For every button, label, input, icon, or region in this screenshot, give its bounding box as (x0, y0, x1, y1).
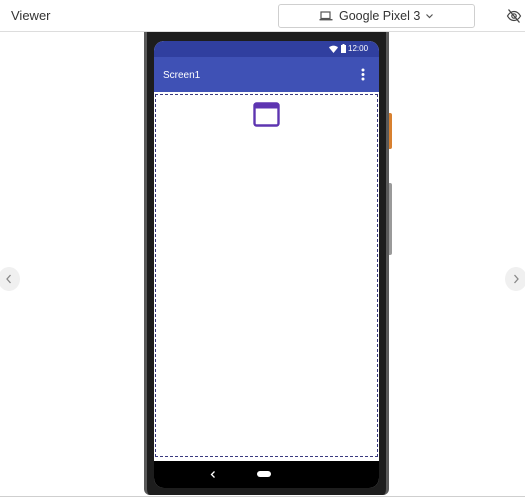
home-icon[interactable] (257, 471, 271, 477)
previous-arrow-button[interactable] (0, 267, 20, 291)
wifi-icon (329, 45, 338, 53)
device-icon (319, 11, 333, 21)
system-nav-bar (154, 461, 379, 488)
status-bar: 12:00 (154, 41, 379, 57)
viewer-header: Viewer Google Pixel 3 (0, 0, 525, 32)
back-icon[interactable] (210, 470, 216, 479)
screen-canvas[interactable] (155, 94, 378, 457)
viewer-panel: Viewer Google Pixel 3 12:00 Screen1 (0, 0, 525, 500)
status-time: 12:00 (348, 44, 369, 53)
phone-screen: 12:00 Screen1 (154, 41, 379, 488)
screen-title: Screen1 (163, 70, 201, 81)
chevron-left-icon (6, 274, 11, 284)
next-arrow-button[interactable] (505, 267, 525, 291)
window-component-icon[interactable] (253, 102, 280, 127)
eye-slash-icon[interactable] (506, 8, 522, 24)
phone-power-button (389, 113, 392, 149)
chevron-right-icon (514, 274, 519, 284)
overflow-menu-icon[interactable] (361, 68, 365, 81)
viewer-title: Viewer (11, 8, 51, 23)
device-select[interactable]: Google Pixel 3 (278, 4, 475, 28)
device-select-value: Google Pixel 3 (339, 9, 421, 23)
divider (0, 496, 525, 497)
chevron-down-icon (426, 14, 433, 19)
app-bar: Screen1 (154, 57, 379, 92)
battery-icon (341, 44, 346, 53)
phone-volume-button (389, 183, 392, 255)
